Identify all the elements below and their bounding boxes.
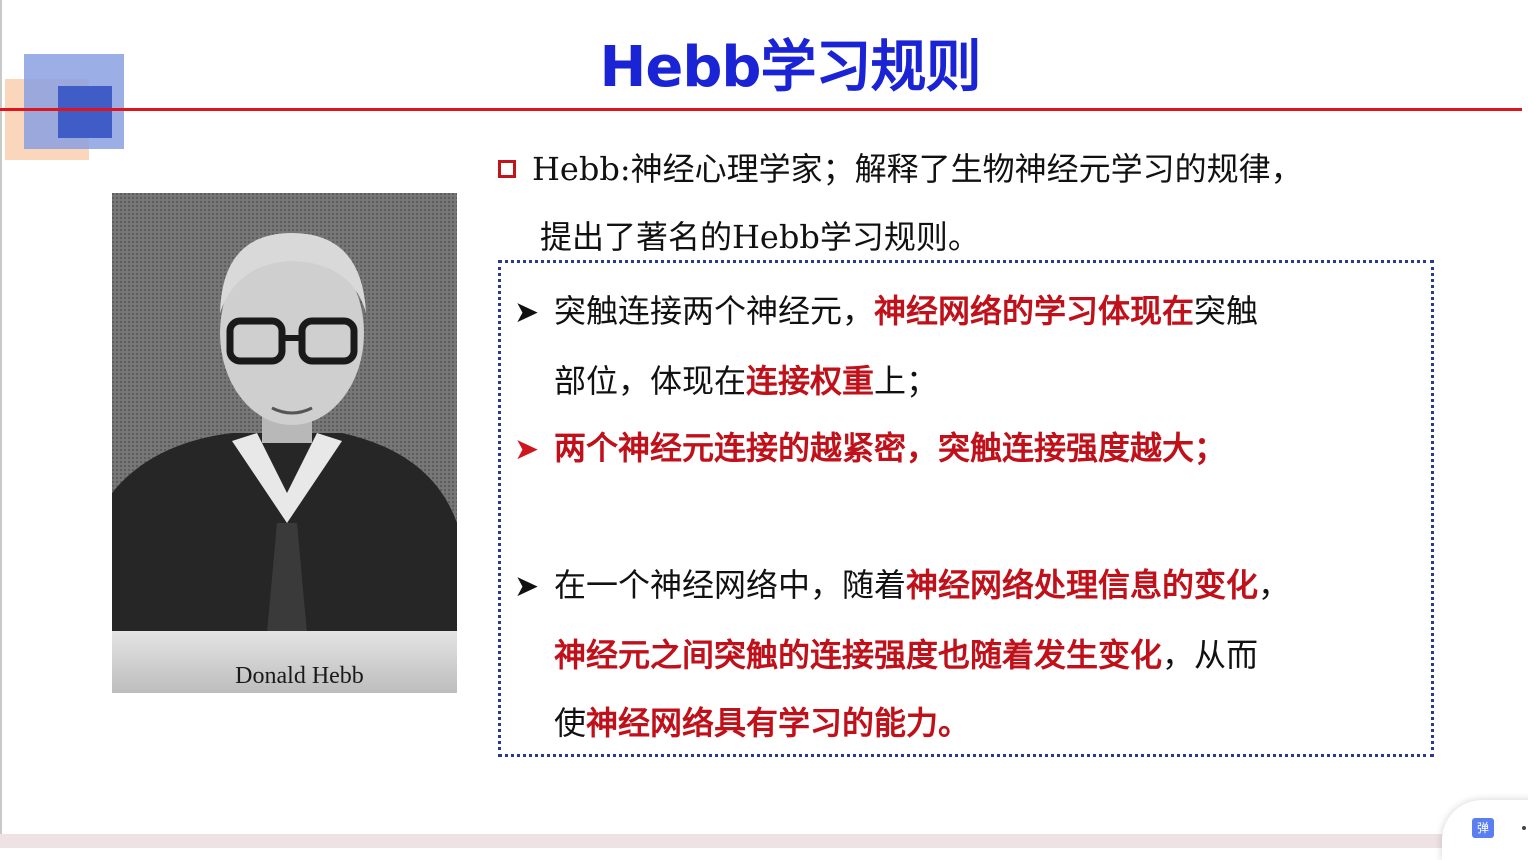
slide: Hebb学习规则 Donald Hebb Hebb:神经心理学家；解释了生物神经… [0,0,1528,860]
text-plain: 上； [874,362,939,400]
text-highlight: 神经网络处理信息的变化 [906,566,1259,604]
text-highlight: 连接权重 [746,362,875,400]
intro-text-1: Hebb:神经心理学家；解释了生物神经元学习的规律， [532,150,1303,188]
photo-caption: Donald Hebb [235,663,364,689]
arrow-bullet-icon: ➤ [514,295,540,330]
bullet-strength: ➤ 两个神经元连接的越紧密，突触连接强度越大； [514,414,1424,484]
intro-text: Hebb:神经心理学家；解释了生物神经元学习的规律， 提出了著名的Hebb学习规… [498,135,1458,271]
text-highlight: 神经网络具有学习的能力。 [586,704,971,742]
bottom-strip [0,834,1528,848]
arrow-bullet-icon: ➤ [514,569,540,604]
bullet-strength-line1: ➤ 两个神经元连接的越紧密，突触连接强度越大； [514,414,1424,484]
bullet-network-line1: ➤ 在一个神经网络中，随着神经网络处理信息的变化， [514,551,1424,621]
text-plain: 突触连接两个神经元， [554,292,875,330]
text-highlight: 两个神经元连接的越紧密，突触连接强度越大； [554,429,1227,467]
text-plain: 在一个神经网络中，随着 [554,566,907,604]
bullet-network-line2: 神经元之间突触的连接强度也随着发生变化，从而 [514,621,1424,689]
text-plain: 部位，体现在 [554,362,747,400]
portrait-photo: Donald Hebb [112,193,457,693]
more-dot-icon[interactable] [1522,826,1526,830]
text-plain: ， [1258,566,1291,604]
text-plain: 使 [554,704,587,742]
bullet-network-line3: 使神经网络具有学习的能力。 [514,689,1424,757]
bullet-network: ➤ 在一个神经网络中，随着神经网络处理信息的变化， 神经元之间突触的连接强度也随着… [514,551,1424,757]
bullet-synapse-line2: 部位，体现在连接权重上； [514,347,1424,415]
bullet-synapse: ➤ 突触连接两个神经元，神经网络的学习体现在突触 部位，体现在连接权重上； [514,277,1424,415]
slide-title: Hebb学习规则 [599,35,981,100]
portrait-illustration [112,193,457,633]
text-plain: ，从而 [1162,636,1259,674]
decor-square-dark [58,86,112,138]
left-edge [0,0,2,848]
intro-line-1: Hebb:神经心理学家；解释了生物神经元学习的规律， [498,135,1458,203]
text-highlight: 神经网络的学习体现在 [874,292,1195,330]
bullet-synapse-line1: ➤ 突触连接两个神经元，神经网络的学习体现在突触 [514,277,1424,347]
square-bullet-icon [498,160,516,178]
arrow-bullet-icon: ➤ [514,432,540,467]
text-highlight: 神经元之间突触的连接强度也随着发生变化 [554,636,1163,674]
text-plain: 突触 [1194,292,1259,330]
title-rule [0,108,1522,111]
danmaku-icon[interactable]: 弹 [1472,818,1494,838]
floating-danmaku-widget[interactable]: 弹 [1442,800,1528,860]
